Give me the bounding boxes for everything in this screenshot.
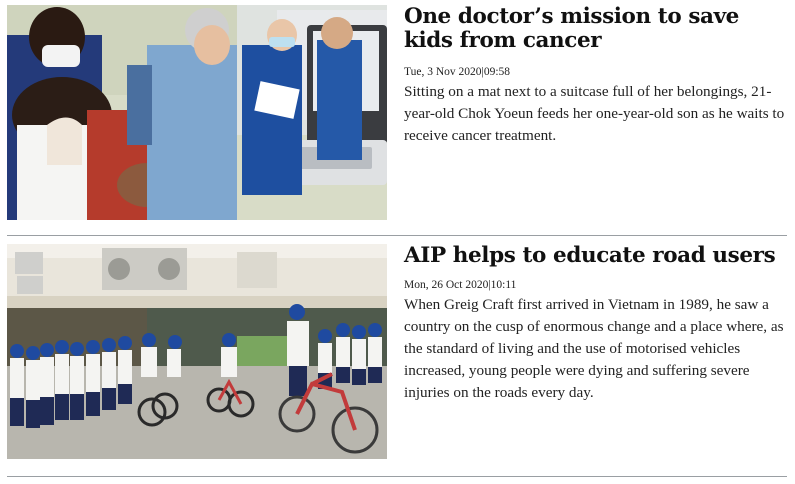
article-divider [7,476,787,477]
article-headline[interactable]: One doctor’s mission to save kids from c… [404,5,787,53]
article-timestamp: Mon, 26 Oct 2020|10:11 [404,278,787,292]
article-thumbnail[interactable] [7,244,387,459]
article-text: AIP helps to educate road users Mon, 26 … [404,244,787,404]
article-timestamp: Tue, 3 Nov 2020|09:58 [404,65,787,79]
article-time: 10:11 [490,279,517,291]
article-text: One doctor’s mission to save kids from c… [404,5,787,147]
article-date: Tue, 3 Nov 2020 [404,66,482,78]
article-date: Mon, 26 Oct 2020 [404,279,489,291]
article-divider [7,235,787,236]
article-card: AIP helps to educate road users Mon, 26 … [7,244,787,466]
article-summary: Sitting on a mat next to a suitcase full… [404,83,785,144]
schoolchildren-bicycles-photo [7,244,387,459]
article-thumbnail[interactable] [7,5,387,220]
article-time: 09:58 [483,66,511,78]
doctor-ultrasound-photo [7,5,387,220]
article-card: One doctor’s mission to save kids from c… [7,5,787,233]
article-headline[interactable]: AIP helps to educate road users [404,244,787,268]
article-summary: When Greig Craft first arrived in Vietna… [404,296,784,401]
